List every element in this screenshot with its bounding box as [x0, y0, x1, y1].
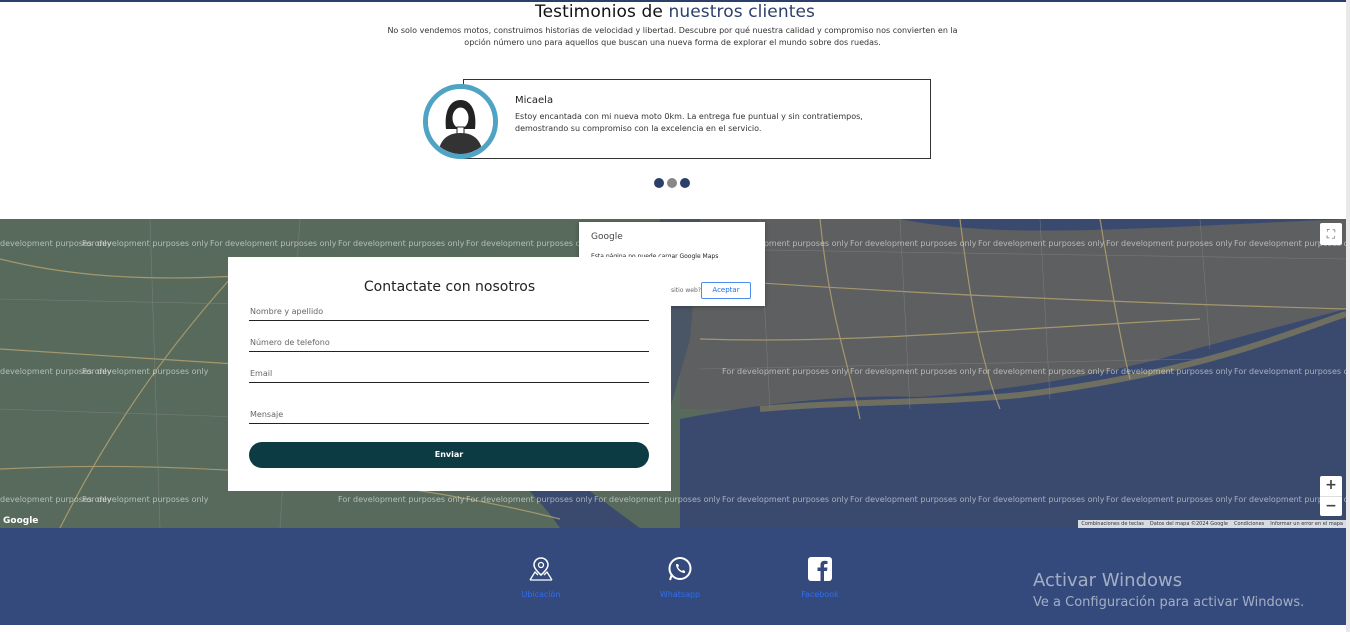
fullscreen-icon[interactable]: ⛶ [1320, 223, 1342, 245]
map-watermark: For development purposes only [466, 239, 593, 248]
terms-link[interactable]: Condiciones [1234, 520, 1264, 528]
contact-title: Contactate con nosotros [363, 279, 536, 295]
map-watermark: For development purposes only [722, 495, 849, 504]
page-bottom [0, 625, 1350, 632]
testimonial-name: Micaela [515, 95, 554, 106]
activation-subtitle: Ve a Configuración para activar Windows. [1033, 595, 1305, 610]
carousel-dot[interactable] [654, 178, 664, 188]
map-watermark: For development purposes only [1106, 367, 1233, 376]
carousel-dot-active[interactable] [667, 178, 677, 188]
activation-title: Activar Windows [1033, 570, 1183, 591]
footer-label: Facebook [801, 590, 839, 599]
map-watermark: For development purposes only [1106, 495, 1233, 504]
map-watermark: For development purposes only [1234, 367, 1346, 376]
map-watermark: For development purposes only [338, 495, 465, 504]
google-logo: Google [3, 516, 39, 526]
windows-activation-watermark: Activar Windows Ve a Configuración para … [1033, 570, 1304, 610]
carousel-dots [654, 178, 690, 188]
email-placeholder: Email [250, 369, 273, 378]
map-watermark: For development purposes only [466, 495, 593, 504]
name-field[interactable]: Nombre y apellido [249, 307, 649, 321]
carousel-dot[interactable] [680, 178, 690, 188]
map-watermark: For development purposes only [1106, 239, 1233, 248]
whatsapp-icon [667, 556, 693, 582]
footer-label: Whatsapp [659, 590, 701, 599]
map[interactable]: For development purposes only For develo… [0, 219, 1346, 528]
testimonial-text: Estoy encantada con mi nueva moto 0km. L… [515, 112, 863, 133]
dialog-title: Google [591, 232, 623, 242]
message-placeholder: Mensaje [250, 410, 284, 419]
zoom-in-button[interactable]: + [1320, 476, 1342, 496]
map-watermark: For development purposes only [978, 239, 1105, 248]
footer: Ubicación Whatsapp Facebook Activar Wind… [0, 528, 1346, 625]
title-accent: nuestros clientes [668, 2, 815, 22]
map-watermark: For development purposes only [850, 367, 977, 376]
message-field[interactable]: Mensaje [249, 410, 649, 424]
testimonials-title: Testimonios de nuestros clientes [0, 2, 1350, 22]
woman-avatar-icon [428, 89, 493, 154]
phone-placeholder: Número de telefono [250, 338, 330, 347]
avatar [423, 84, 498, 159]
footer-location-link[interactable]: Ubicación [506, 556, 576, 599]
email-field[interactable]: Email [249, 369, 649, 383]
keyboard-shortcuts-link[interactable]: Combinaciones de teclas [1081, 520, 1144, 528]
map-watermark: For development purposes only [978, 367, 1105, 376]
map-pin-icon [528, 556, 554, 582]
title-plain: Testimonios de [534, 2, 663, 22]
testimonial-card: Micaela Estoy encantada con mi nueva mot… [463, 79, 931, 159]
map-watermark: For development purposes only [978, 495, 1105, 504]
map-watermark: For development purposes only [82, 239, 209, 248]
map-watermark: For development purposes only [850, 239, 977, 248]
zoom-out-button[interactable]: − [1320, 496, 1342, 516]
contact-form: Contactate con nosotros Nombre y apellid… [228, 257, 671, 491]
map-data-text: Datos del mapa ©2024 Google [1149, 521, 1228, 527]
map-watermark: For development purposes only [82, 367, 209, 376]
report-error-link[interactable]: Informar un error en el mapa [1270, 520, 1343, 528]
map-watermark: For development purposes only [210, 239, 337, 248]
map-watermark: For development purposes only [850, 495, 977, 504]
map-watermark: For development purposes only [722, 367, 849, 376]
zoom-control: + − [1320, 476, 1342, 516]
map-watermark: For development purposes only [594, 495, 721, 504]
testimonials-description: No solo vendemos motos, construimos hist… [387, 26, 958, 47]
footer-label: Ubicación [521, 590, 561, 599]
map-watermark: For development purposes only [338, 239, 465, 248]
send-button[interactable]: Enviar [249, 442, 649, 468]
map-watermark: For development purposes only [82, 495, 209, 504]
accept-button[interactable]: Aceptar [701, 282, 751, 299]
map-attribution: Combinaciones de teclas Datos del mapa ©… [1078, 520, 1346, 528]
phone-field[interactable]: Número de telefono [249, 338, 649, 352]
facebook-icon [807, 556, 833, 582]
dialog-question: sitio web? [671, 287, 701, 294]
footer-facebook-link[interactable]: Facebook [785, 556, 855, 599]
footer-whatsapp-link[interactable]: Whatsapp [645, 556, 715, 599]
name-placeholder: Nombre y apellido [250, 307, 324, 316]
scrollbar[interactable] [1346, 0, 1350, 632]
